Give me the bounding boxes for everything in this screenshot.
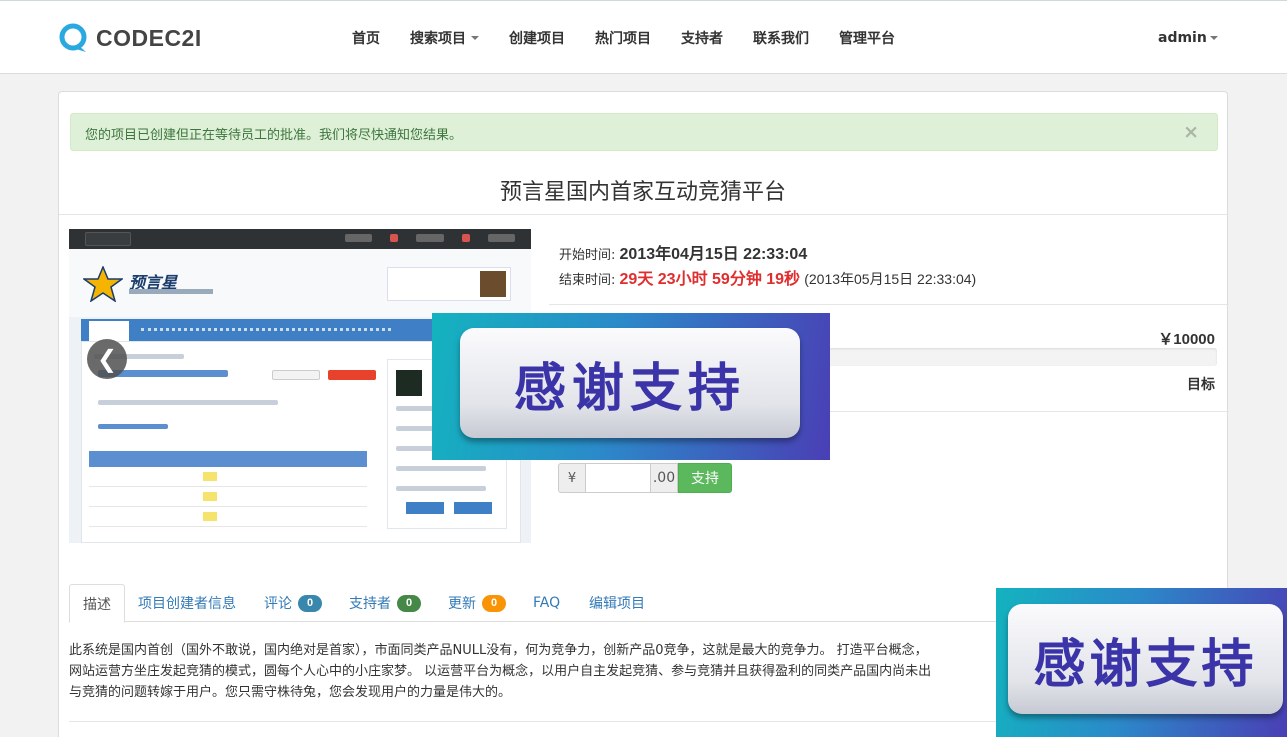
currency-addon: ¥ (558, 463, 586, 493)
user-name: admin (1158, 30, 1207, 46)
thumb-table-row (89, 467, 367, 487)
nav-admin-label: 管理平台 (839, 31, 895, 47)
divider (549, 304, 1229, 305)
end-time-label: 结束时间: (559, 273, 616, 288)
tab-label: 编辑项目 (589, 596, 645, 612)
nav-home[interactable]: 首页 (337, 28, 395, 48)
brand-name: CODEC2I (96, 24, 202, 51)
supporters-count-badge: 0 (397, 594, 421, 612)
nav-hot-projects[interactable]: 热门项目 (580, 28, 666, 48)
nav-search-projects[interactable]: 搜索项目 (395, 28, 494, 48)
tab-label: 描述 (83, 596, 111, 613)
thumb-topbar (69, 229, 531, 249)
pending-approval-alert: 您的项目已创建但正在等待员工的批准。我们将尽快通知您结果。 × (70, 113, 1218, 151)
thumb-table-row (89, 487, 367, 507)
cents-addon: .00 (650, 463, 678, 493)
carousel-prev-button[interactable]: ❮ (87, 339, 127, 379)
user-menu[interactable]: admin (1158, 30, 1218, 46)
tab-label: 支持者 (349, 596, 391, 612)
thumb-table-row (89, 507, 367, 527)
end-time: 结束时间: 29天 23小时 59分钟 19秒 (2013年05月15日 22:… (559, 265, 976, 289)
countdown-value: 29天 23小时 59分钟 19秒 (619, 271, 801, 288)
nav-create-project[interactable]: 创建项目 (494, 28, 580, 48)
donate-form: ¥ .00 支持 (558, 463, 732, 493)
nav-home-label: 首页 (352, 31, 380, 47)
nav-supporters-label: 支持者 (681, 31, 723, 47)
goal-label: 目标 (1187, 377, 1215, 393)
thanks-sticker-overlay: 感谢支持 (996, 588, 1287, 737)
goal-amount: ￥10000 (1158, 331, 1215, 348)
donate-amount-input[interactable] (586, 463, 650, 493)
nav-hot-label: 热门项目 (595, 31, 651, 47)
tab-updates[interactable]: 更新 0 (448, 584, 506, 622)
tab-comments[interactable]: 评论 0 (264, 584, 322, 622)
nav-contact[interactable]: 联系我们 (738, 28, 824, 48)
end-time-value: (2013年05月15日 22:33:04) (804, 271, 977, 287)
tab-edit-project[interactable]: 编辑项目 (589, 584, 645, 622)
thumb-avatar (480, 271, 506, 297)
brand-link[interactable]: CODEC2I (58, 21, 202, 55)
updates-count-badge: 0 (482, 594, 506, 612)
tab-label: 更新 (448, 596, 476, 612)
nav-contact-label: 联系我们 (753, 31, 809, 47)
caret-down-icon (471, 36, 479, 40)
comments-count-badge: 0 (298, 594, 322, 612)
nav-search-label: 搜索项目 (410, 31, 466, 47)
thanks-sticker-text: 感谢支持 (1008, 604, 1283, 714)
thumb-topbar-links (345, 234, 515, 244)
nav-create-label: 创建项目 (509, 31, 565, 47)
star-logo-icon (83, 266, 123, 302)
caret-down-icon (1209, 36, 1218, 40)
tab-faq[interactable]: FAQ (533, 584, 560, 622)
tab-description[interactable]: 描述 (69, 584, 125, 623)
project-title: 预言星国内首家互动竞猜平台 (499, 180, 786, 205)
thumb-logo-subtitle (129, 289, 213, 294)
start-time: 开始时间: 2013年04月15日 22:33:04 (559, 240, 807, 264)
divider (59, 214, 1227, 215)
close-icon[interactable]: × (1183, 121, 1199, 143)
nav-admin-platform[interactable]: 管理平台 (824, 28, 910, 48)
alert-message: 您的项目已创建但正在等待员工的批准。我们将尽快通知您结果。 (85, 128, 463, 143)
nav-supporters[interactable]: 支持者 (666, 28, 738, 48)
tab-creator-info[interactable]: 项目创建者信息 (138, 584, 236, 622)
start-time-label: 开始时间: (559, 248, 616, 263)
funding-progress-bar (819, 348, 1217, 366)
thumb-userbox (387, 267, 511, 301)
thumb-table-head (89, 451, 367, 467)
support-button[interactable]: 支持 (678, 463, 732, 493)
navbar: CODEC2I 首页 搜索项目 创建项目 热门项目 支持者 联系我们 管理平台 … (0, 0, 1287, 74)
tab-label: 评论 (264, 596, 292, 612)
tab-label: 项目创建者信息 (138, 596, 236, 612)
thanks-sticker-text: 感谢支持 (460, 328, 800, 438)
tab-supporters[interactable]: 支持者 0 (349, 584, 421, 622)
thumb-button (85, 232, 131, 246)
thanks-sticker-overlay: 感谢支持 (432, 313, 830, 460)
tab-label: FAQ (533, 595, 561, 611)
chat-bubble-logo-icon (58, 23, 89, 54)
main-nav: 首页 搜索项目 创建项目 热门项目 支持者 联系我们 管理平台 (337, 1, 910, 75)
start-time-value: 2013年04月15日 22:33:04 (619, 246, 808, 263)
